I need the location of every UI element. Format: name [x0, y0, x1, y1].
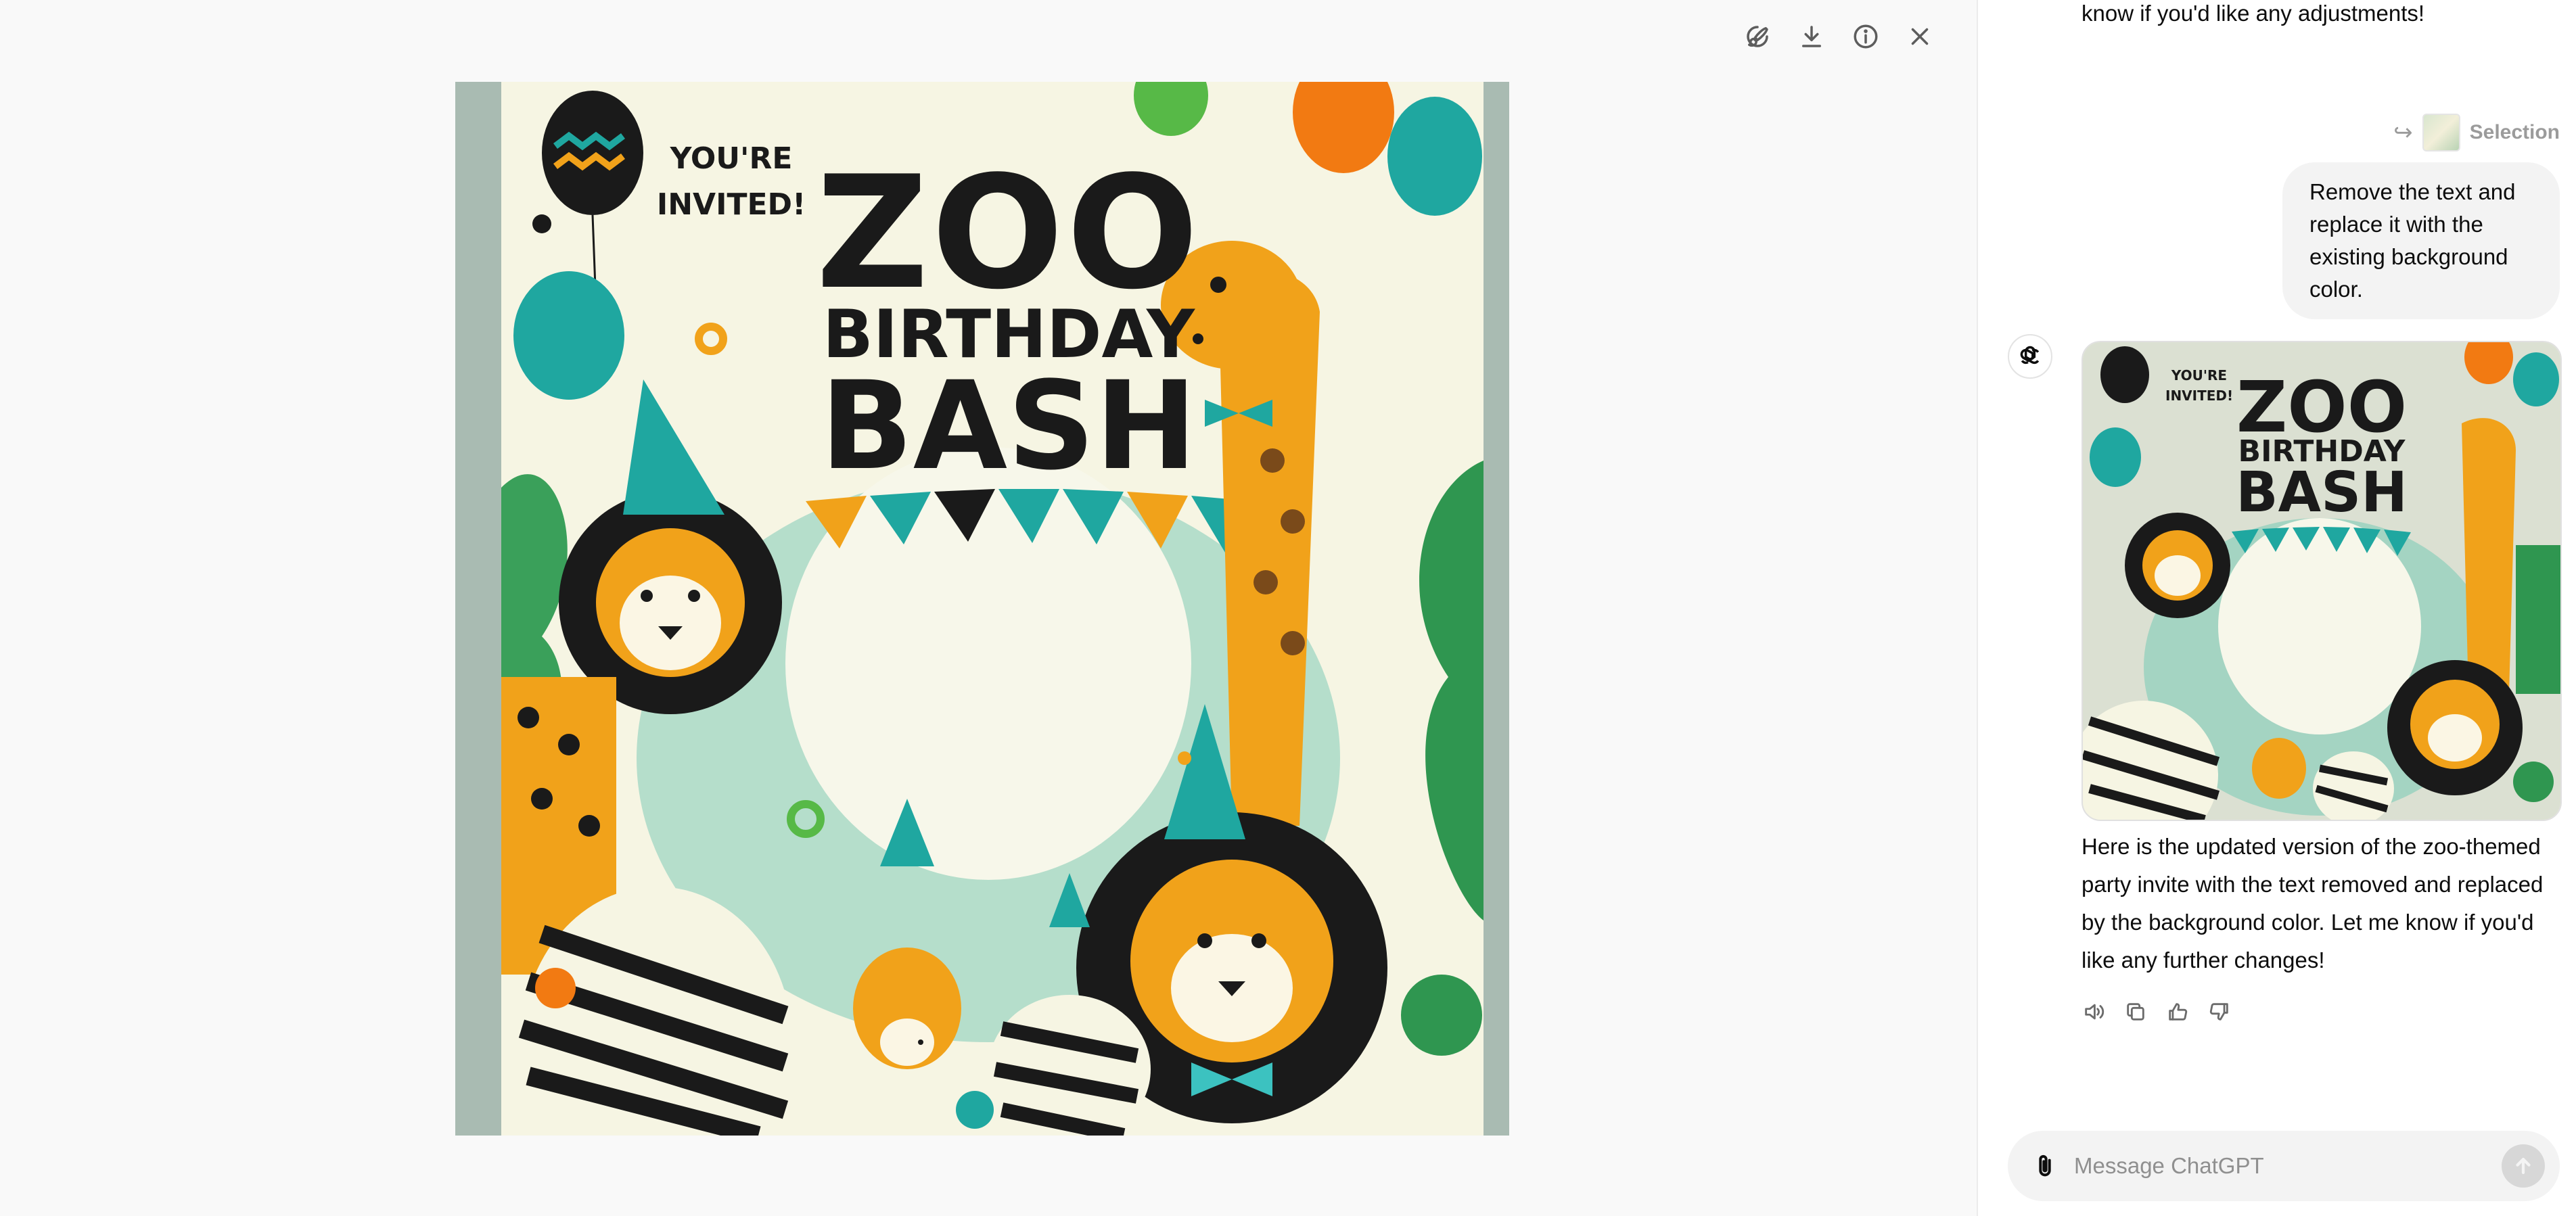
read-aloud-button[interactable]	[2082, 1000, 2106, 1024]
download-button[interactable]	[1795, 20, 1828, 53]
openai-logo-icon	[2020, 346, 2040, 365]
selection-reference[interactable]: ↪ Selection	[2393, 114, 2560, 151]
thumbnail-invited-text: YOU'RE INVITED!	[2165, 367, 2234, 404]
artwork-invited-text: YOU'RE INVITED!	[656, 141, 806, 222]
message-composer	[2008, 1131, 2560, 1201]
info-button[interactable]	[1849, 20, 1882, 53]
send-button[interactable]	[2502, 1144, 2545, 1188]
speaker-icon	[2085, 1004, 2104, 1020]
arrow-up-icon	[2516, 1157, 2531, 1175]
generated-image: YOU'RE INVITED! ZOO BIRTHDAY BASH	[455, 82, 1509, 1136]
info-icon	[1854, 24, 1878, 49]
thumbnail-bash-text: BASH	[2236, 461, 2408, 525]
copy-button[interactable]	[2123, 1000, 2148, 1024]
reply-arrow-icon: ↪	[2393, 120, 2413, 145]
selection-thumbnail	[2422, 114, 2460, 151]
close-button[interactable]	[1904, 20, 1936, 53]
user-message-bubble: Remove the text and replace it with the …	[2282, 162, 2560, 319]
thumbs-down-icon	[2209, 1003, 2228, 1021]
paperclip-icon	[2039, 1154, 2051, 1177]
edit-image-button[interactable]	[1741, 20, 1774, 53]
selection-label: Selection	[2469, 121, 2560, 143]
message-input[interactable]	[2073, 1152, 2502, 1179]
copy-icon	[2127, 1003, 2144, 1021]
attach-button[interactable]	[2027, 1148, 2063, 1184]
viewer-toolbar	[1741, 20, 1936, 53]
close-icon	[1911, 28, 1929, 45]
artwork-zoo-text: ZOO	[816, 143, 1201, 324]
thumbs-up-button[interactable]	[2165, 1000, 2190, 1024]
thumbs-down-button[interactable]	[2207, 1000, 2232, 1024]
previous-message-tail: know if you'd like any adjustments!	[2082, 1, 2425, 26]
thumbnail-zoo-text: ZOO	[2236, 366, 2408, 448]
assistant-avatar	[2008, 334, 2052, 379]
image-viewer: YOU'RE INVITED! ZOO BIRTHDAY BASH	[0, 0, 1977, 1216]
generated-image-thumbnail[interactable]: YOU'RE INVITED! ZOO BIRTHDAY BASH	[2082, 341, 2562, 821]
brush-edit-icon	[1747, 26, 1768, 47]
assistant-reply: Here is the updated version of the zoo-t…	[2082, 834, 2544, 973]
download-icon	[1802, 26, 1821, 47]
thumbs-up-icon	[2169, 1003, 2188, 1021]
chat-panel: know if you'd like any adjustments! ↪ Se…	[1977, 0, 2576, 1216]
artwork-bash-text: BASH	[820, 356, 1197, 497]
zoo-invitation-artwork: YOU'RE INVITED! ZOO BIRTHDAY BASH	[501, 82, 1484, 1136]
message-actions	[2082, 1000, 2232, 1024]
